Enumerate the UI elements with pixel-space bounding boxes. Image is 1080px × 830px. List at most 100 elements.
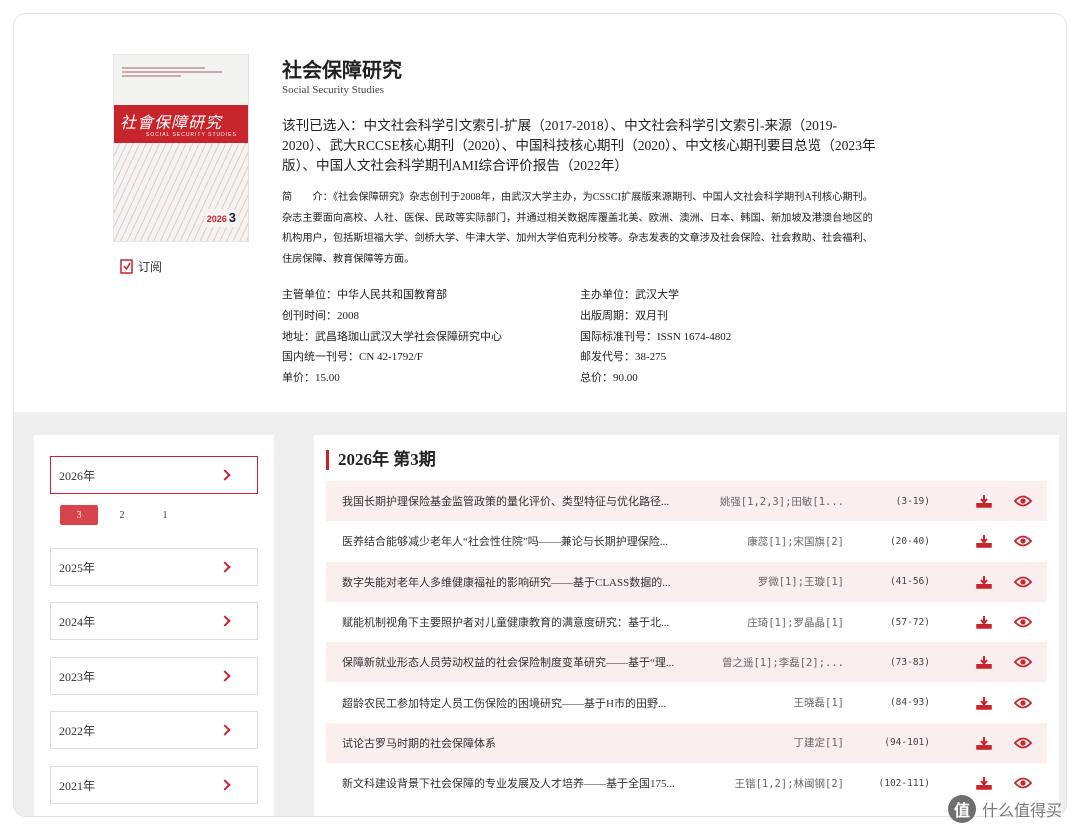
year-item-2021[interactable]: 2021年 — [50, 766, 258, 804]
preview-button[interactable] — [992, 616, 1032, 628]
download-button[interactable] — [934, 655, 992, 670]
cover-stripes — [114, 143, 248, 241]
issue-button-1[interactable]: 1 — [146, 505, 184, 525]
watermark-text: 什么值得买 — [982, 801, 1063, 820]
subscribe-icon — [120, 259, 133, 274]
article-pages: (3-19) — [895, 495, 930, 507]
article-pages: (94-101) — [884, 737, 930, 749]
download-button[interactable] — [934, 534, 992, 549]
chevron-right-icon — [219, 561, 231, 573]
download-icon — [976, 575, 992, 589]
download-icon — [976, 656, 992, 670]
cover-year: 2026 — [206, 214, 227, 224]
preview-button[interactable] — [992, 576, 1032, 588]
article-pages: (57-72) — [889, 616, 930, 628]
year-item-2024[interactable]: 2024年 — [50, 602, 258, 640]
info-total-price: 总价：90.00 — [580, 372, 638, 385]
article-authors: 王晓磊[1] — [793, 697, 844, 710]
eye-icon — [1014, 697, 1032, 709]
article-row[interactable]: 赋能机制视角下主要照护者对儿童健康教育的满意度研究：基于北... 庄琦[1];罗… — [326, 602, 1047, 642]
year-item-2022[interactable]: 2022年 — [50, 711, 258, 749]
download-icon — [976, 495, 992, 508]
preview-button[interactable] — [992, 697, 1032, 709]
info-frequency: 出版周期：双月刊 — [580, 309, 668, 322]
preview-button[interactable] — [992, 656, 1032, 668]
article-row[interactable]: 超龄农民工参加特定人员工伤保险的困境研究——基于H市的田野... 王晓磊[1] … — [326, 682, 1047, 722]
preview-button[interactable] — [992, 495, 1032, 507]
info-issn: 国际标准刊号：ISSN 1674-4802 — [580, 330, 732, 343]
cover-title: 社會保障研究 — [120, 113, 223, 132]
article-title[interactable]: 超龄农民工参加特定人员工伤保险的困境研究——基于H市的田野... — [326, 695, 701, 711]
article-authors: 康蕊[1];宋国旗[2] — [747, 535, 844, 548]
download-icon — [976, 535, 992, 549]
year-label: 2023年 — [59, 669, 96, 684]
year-item-2023[interactable]: 2023年 — [50, 657, 258, 695]
chevron-right-icon — [219, 779, 231, 791]
journal-title: 社会保障研究 — [282, 60, 402, 82]
cover-issue-label: 2026 3 — [204, 209, 238, 227]
issue-button-3[interactable]: 3 — [60, 505, 98, 525]
journal-cover[interactable]: 社會保障研究 SOCIAL SECURITY STUDIES 2026 3 — [113, 54, 249, 242]
journal-subtitle: Social Security Studies — [282, 84, 385, 96]
article-title[interactable]: 赋能机制视角下主要照护者对儿童健康教育的满意度研究：基于北... — [326, 614, 701, 630]
article-pages: (73-83) — [889, 656, 930, 668]
article-authors: 姚强[1,2,3];田敏[1... — [719, 495, 844, 508]
download-button[interactable] — [934, 615, 992, 629]
issue-selector: 3 2 1 — [60, 505, 189, 525]
eye-icon — [1014, 656, 1032, 668]
info-sponsor: 主办单位：武汉大学 — [580, 289, 679, 301]
article-row[interactable]: 我国长期护理保险基金监管政策的量化评价、类型特征与优化路径... 姚强[1,2,… — [326, 481, 1047, 522]
cover-issue-number: 3 — [228, 210, 236, 225]
download-button[interactable] — [934, 696, 992, 710]
download-icon — [976, 736, 992, 750]
article-row[interactable]: 试论古罗马时期的社会保障体系 丁建定[1] (94-101) — [326, 722, 1047, 764]
download-button[interactable] — [934, 776, 992, 790]
journal-intro: 简 介：《社会保障研究》杂志创刊于2008年，由武汉大学主办，为CSSCI扩展版… — [282, 192, 873, 265]
issue-heading: 2026年 第3期 — [326, 450, 436, 470]
issue-button-2[interactable]: 2 — [103, 505, 141, 525]
article-title[interactable]: 新文科建设背景下社会保障的专业发展及人才培养——基于全国175... — [326, 775, 701, 791]
download-button[interactable] — [934, 494, 992, 508]
article-authors: 庄琦[1];罗晶晶[1] — [747, 616, 844, 629]
article-title[interactable]: 数字失能对老年人多维健康福祉的影响研究——基于CLASS数据的... — [326, 574, 701, 590]
subscribe-button[interactable]: 订阅 — [120, 258, 162, 275]
article-list-panel: 2026年 第3期 我国长期护理保险基金监管政策的量化评价、类型特征与优化路径.… — [314, 435, 1059, 816]
preview-button[interactable] — [992, 535, 1032, 547]
watermark-logo-icon: 值 — [948, 795, 976, 823]
year-label: 2022年 — [59, 723, 96, 738]
preview-button[interactable] — [992, 737, 1032, 749]
cover-fine-print — [122, 67, 240, 85]
chevron-right-icon — [219, 615, 231, 627]
article-title[interactable]: 我国长期护理保险基金监管政策的量化评价、类型特征与优化路径... — [326, 493, 701, 509]
eye-icon — [1014, 777, 1032, 789]
article-list: 我国长期护理保险基金监管政策的量化评价、类型特征与优化路径... 姚强[1,2,… — [326, 481, 1047, 803]
article-row[interactable]: 医养结合能够减少老年人“社会性住院”吗——兼论与长期护理保险... 康蕊[1];… — [326, 521, 1047, 561]
download-button[interactable] — [934, 575, 992, 589]
preview-button[interactable] — [992, 777, 1032, 789]
info-founded: 创刊时间：2008 — [282, 309, 359, 322]
article-title[interactable]: 保障新就业形态人员劳动权益的社会保险制度变革研究——基于“理... — [326, 654, 701, 670]
article-row[interactable]: 数字失能对老年人多维健康福祉的影响研究——基于CLASS数据的... 罗微[1]… — [326, 561, 1047, 602]
journal-header: 社會保障研究 SOCIAL SECURITY STUDIES 2026 3 订阅 … — [14, 14, 1066, 412]
cover-subtitle: SOCIAL SECURITY STUDIES — [146, 132, 237, 138]
article-pages: (20-40) — [889, 535, 930, 547]
info-supervisor: 主管单位：中华人民共和国教育部 — [282, 289, 447, 301]
article-pages: (102-111) — [878, 777, 930, 789]
eye-icon — [1014, 737, 1032, 749]
year-label: 2021年 — [59, 778, 96, 793]
journal-indexing: 该刊已选入：中文社会科学引文索引-扩展（2017-2018）、中文社会科学引文索… — [282, 118, 876, 173]
download-button[interactable] — [934, 736, 992, 750]
article-title[interactable]: 试论古罗马时期的社会保障体系 — [326, 735, 701, 751]
download-icon — [976, 616, 992, 629]
year-item-2025[interactable]: 2025年 — [50, 548, 258, 586]
article-pages: (84-93) — [889, 697, 930, 709]
year-sidebar: 2026年 3 2 1 2025年 2024年 2023年 2022年 2021… — [34, 435, 274, 816]
article-row[interactable]: 新文科建设背景下社会保障的专业发展及人才培养——基于全国175... 王锴[1,… — [326, 763, 1047, 803]
article-title[interactable]: 医养结合能够减少老年人“社会性住院”吗——兼论与长期护理保险... — [326, 533, 701, 549]
download-icon — [976, 696, 992, 710]
eye-icon — [1014, 495, 1032, 507]
article-row[interactable]: 保障新就业形态人员劳动权益的社会保险制度变革研究——基于“理... 曾之遥[1]… — [326, 642, 1047, 683]
article-authors: 丁建定[1] — [793, 737, 844, 750]
article-authors: 罗微[1];王璇[1] — [757, 576, 844, 589]
year-item-2026[interactable]: 2026年 — [50, 456, 258, 494]
